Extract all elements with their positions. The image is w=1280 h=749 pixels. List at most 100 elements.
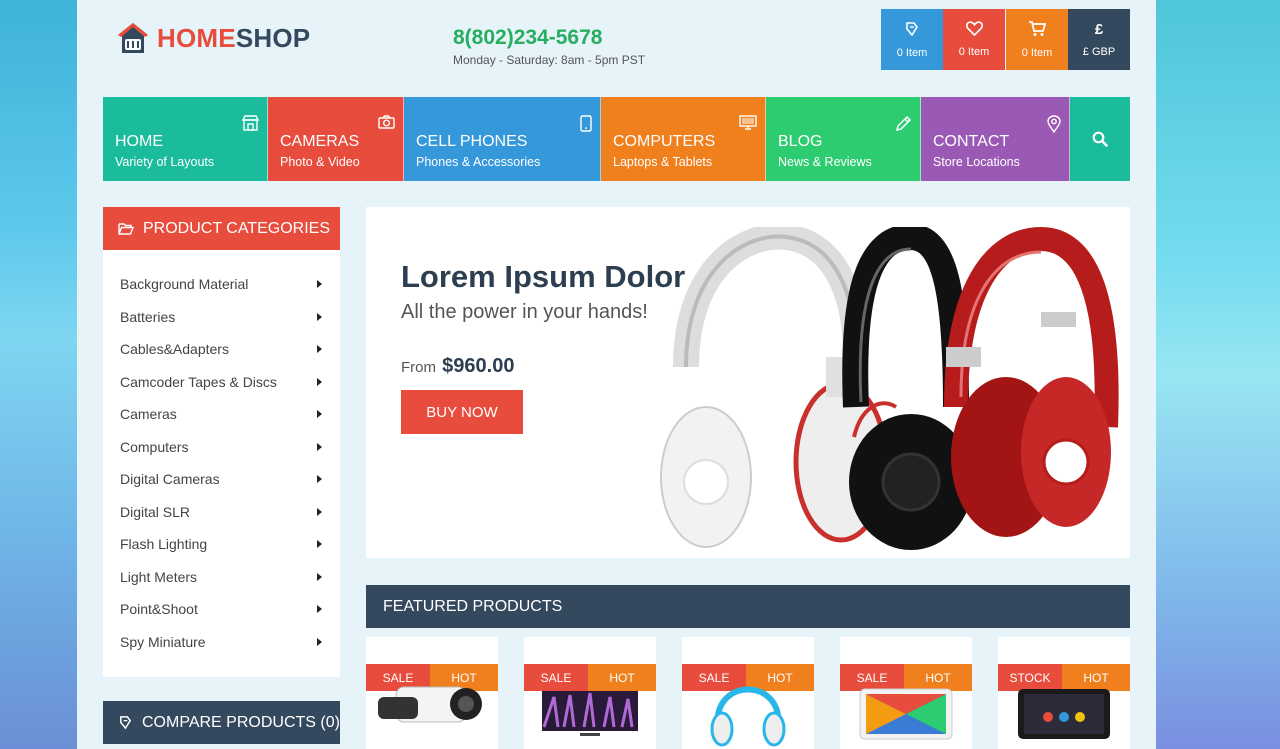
logo-text-home: HOME [157, 22, 236, 53]
category-label: Computers [120, 438, 189, 455]
pencil-icon [895, 115, 912, 132]
buy-now-button[interactable]: BUY NOW [401, 390, 523, 434]
nav-title: CONTACT [933, 133, 1010, 150]
nav-subtitle: Variety of Layouts [115, 155, 215, 169]
nav-item-home[interactable]: HOME Variety of Layouts [103, 97, 268, 181]
phone-icon [580, 115, 592, 132]
category-label: Cameras [120, 406, 177, 423]
category-item[interactable]: Cameras [103, 398, 340, 431]
business-hours: Monday - Saturday: 8am - 5pm PST [453, 53, 646, 67]
nav-title: HOME [115, 133, 163, 150]
nav-subtitle: News & Reviews [778, 155, 872, 169]
price-from-label: From [401, 359, 436, 376]
category-label: Digital Cameras [120, 471, 220, 488]
nav-item-blog[interactable]: BLOG News & Reviews [766, 97, 921, 181]
logo[interactable]: HOMESHOP [115, 20, 310, 56]
category-item[interactable]: Digital SLR [103, 496, 340, 529]
caret-right-icon [317, 605, 322, 614]
caret-right-icon [317, 312, 322, 321]
hero-banner: Lorem Ipsum Dolor All the power in your … [366, 207, 1130, 558]
caret-right-icon [317, 637, 322, 646]
nav-item-cameras[interactable]: CAMERAS Photo & Video [268, 97, 404, 181]
category-item[interactable]: Spy Miniature [103, 626, 340, 659]
search-icon [1092, 131, 1108, 147]
nav-subtitle: Laptops & Tablets [613, 155, 713, 169]
currency-box-button[interactable]: £ £ GBP [1068, 9, 1130, 70]
category-item[interactable]: Camcoder Tapes & Discs [103, 366, 340, 399]
cart-box-button[interactable]: 0 Item [1006, 9, 1068, 70]
caret-right-icon [317, 572, 322, 581]
caret-right-icon [317, 442, 322, 451]
wishlist-count: 0 Item [958, 46, 990, 58]
category-item[interactable]: Cables&Adapters [103, 333, 340, 366]
category-label: Digital SLR [120, 503, 191, 520]
banner-title: Lorem Ipsum Dolor [401, 259, 686, 294]
logo-text-shop: SHOP [235, 22, 311, 53]
nav-subtitle: Photo & Video [280, 155, 360, 169]
category-item[interactable]: Background Material [103, 268, 340, 301]
banner-subtitle: All the power in your hands! [401, 301, 648, 323]
caret-right-icon [317, 280, 322, 289]
compare-box-button[interactable]: 0 Item [881, 9, 943, 70]
tv-image [542, 691, 638, 736]
product-card[interactable]: SALE HOT [366, 637, 498, 749]
monitor-icon [739, 115, 757, 130]
compare-products-header[interactable]: COMPARE PRODUCTS (0) [103, 701, 340, 744]
headphones-product-image [710, 686, 786, 747]
search-button[interactable] [1070, 97, 1130, 181]
nav-item-contact[interactable]: CONTACT Store Locations [921, 97, 1070, 181]
heart-icon [965, 21, 983, 36]
compare-products-title: COMPARE PRODUCTS (0) [142, 713, 340, 731]
product-categories-title: PRODUCT CATEGORIES [143, 219, 330, 237]
product-card[interactable]: SALE HOT [682, 637, 814, 749]
nav-title: CAMERAS [280, 133, 360, 150]
category-list: Background Material Batteries Cables&Ada… [103, 250, 340, 677]
caret-right-icon [317, 345, 322, 354]
category-item[interactable]: Flash Lighting [103, 528, 340, 561]
caret-right-icon [317, 410, 322, 419]
cart-count: 0 Item [1021, 46, 1053, 59]
nav-item-computers[interactable]: COMPUTERS Laptops & Tablets [601, 97, 766, 181]
category-label: Cables&Adapters [120, 341, 229, 358]
nav-item-cell-phones[interactable]: CELL PHONES Phones & Accessories [404, 97, 601, 181]
category-label: Point&Shoot [120, 601, 198, 618]
map-pin-icon [1047, 115, 1061, 133]
phone-number: 8(802)234-5678 [453, 26, 603, 49]
camera-icon [378, 115, 395, 129]
category-item[interactable]: Light Meters [103, 561, 340, 594]
logo-text: HOMESHOP [157, 23, 310, 54]
product-categories-header: PRODUCT CATEGORIES [103, 207, 340, 250]
pound-icon: £ [1094, 21, 1104, 38]
headphones-image [660, 227, 1119, 550]
category-label: Batteries [120, 308, 176, 325]
main-nav: HOME Variety of Layouts CAMERAS Photo & … [103, 97, 1130, 181]
category-item[interactable]: Batteries [103, 301, 340, 334]
camcorder-image [378, 686, 482, 723]
nav-title: COMPUTERS [613, 133, 716, 150]
product-card[interactable]: SALE HOT [840, 637, 972, 749]
category-item[interactable]: Computers [103, 431, 340, 464]
contact-info: 8(802)234-5678 Monday - Saturday: 8am - … [453, 26, 645, 67]
cart-icon [1029, 20, 1046, 36]
home-basket-icon [118, 23, 148, 53]
caret-right-icon [317, 507, 322, 516]
compare-icon [120, 716, 132, 730]
caret-right-icon [317, 540, 322, 549]
nav-subtitle: Phones & Accessories [416, 155, 541, 169]
wishlist-box-button[interactable]: 0 Item [943, 9, 1005, 70]
nav-subtitle: Store Locations [933, 155, 1020, 169]
product-card[interactable]: SALE HOT [524, 637, 656, 749]
category-label: Camcoder Tapes & Discs [120, 373, 277, 390]
category-label: Light Meters [120, 568, 198, 585]
category-item[interactable]: Digital Cameras [103, 463, 340, 496]
caret-right-icon [317, 377, 322, 386]
nav-title: CELL PHONES [416, 133, 528, 150]
compare-icon [906, 21, 918, 36]
currency-label: £ GBP [1082, 46, 1116, 58]
caret-right-icon [317, 475, 322, 484]
category-label: Spy Miniature [120, 633, 206, 650]
product-card[interactable]: STOCK HOT [998, 637, 1130, 749]
category-label: Background Material [120, 276, 249, 293]
category-item[interactable]: Point&Shoot [103, 593, 340, 626]
featured-products-header: FEATURED PRODUCTS [366, 585, 1130, 628]
